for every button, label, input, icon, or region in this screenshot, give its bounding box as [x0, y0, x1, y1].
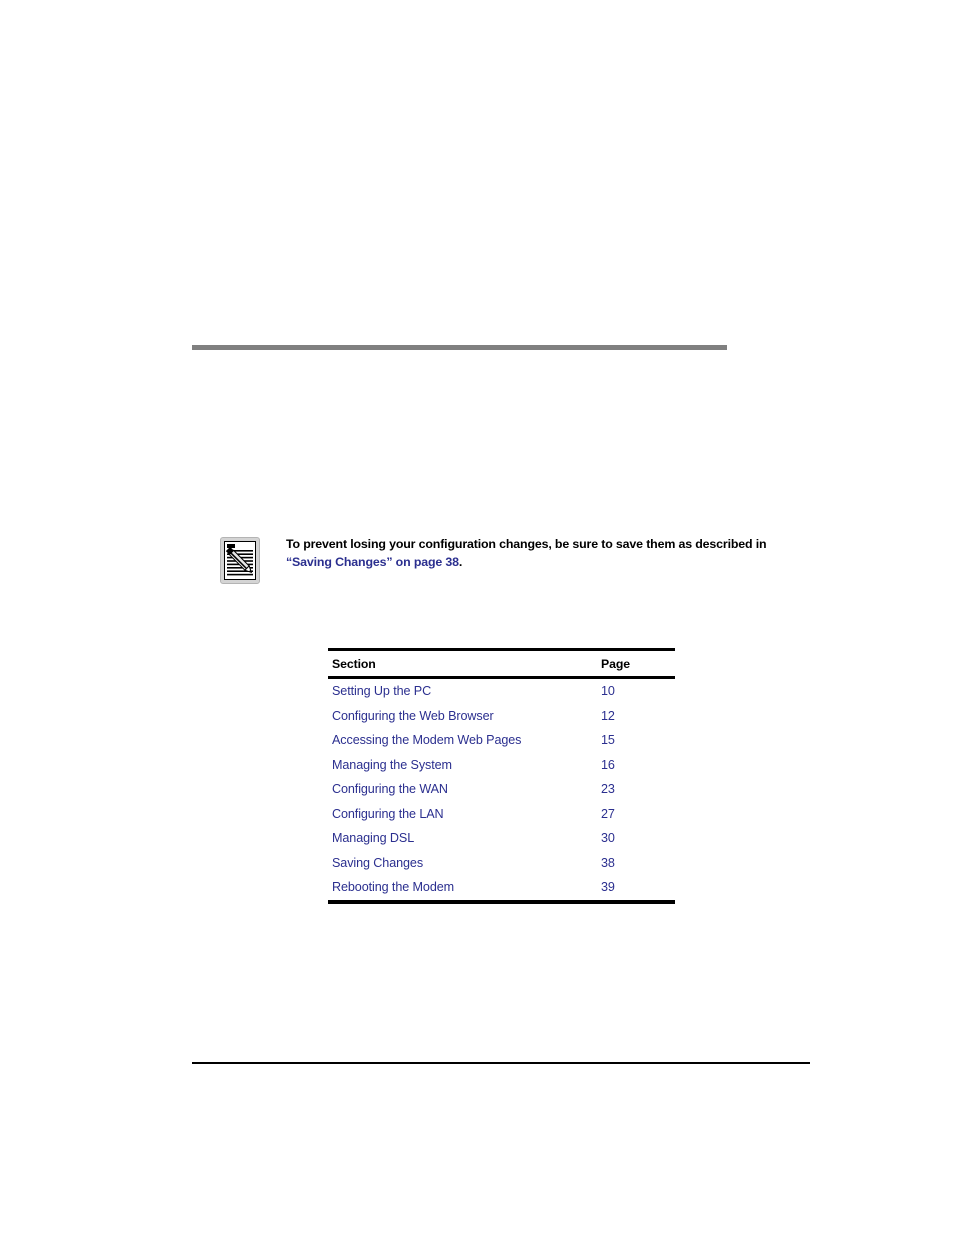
note-text-lead: To prevent losing your configuration cha…	[286, 537, 767, 551]
note-link-text: Saving Changes	[292, 554, 387, 569]
table-row[interactable]: Rebooting the Modem 39	[328, 875, 675, 904]
section-link[interactable]: Setting Up the PC	[328, 678, 601, 704]
footer-rule	[192, 1062, 810, 1064]
table-row[interactable]: Configuring the WAN 23	[328, 777, 675, 802]
table-row[interactable]: Configuring the Web Browser 12	[328, 704, 675, 729]
note-pencil-icon	[220, 537, 260, 584]
note-callout: To prevent losing your configuration cha…	[220, 534, 820, 584]
page-number[interactable]: 39	[601, 875, 675, 904]
page-number[interactable]: 15	[601, 728, 675, 753]
column-header-section: Section	[328, 648, 601, 679]
table-row[interactable]: Managing the System 16	[328, 753, 675, 778]
section-link[interactable]: Configuring the LAN	[328, 802, 601, 827]
page-number[interactable]: 38	[601, 851, 675, 876]
page-number[interactable]: 16	[601, 753, 675, 778]
page-number[interactable]: 10	[601, 678, 675, 704]
section-link[interactable]: Rebooting the Modem	[328, 875, 601, 904]
section-link[interactable]: Managing the System	[328, 753, 601, 778]
table-row[interactable]: Saving Changes 38	[328, 851, 675, 876]
table-row[interactable]: Managing DSL 30	[328, 826, 675, 851]
column-header-page: Page	[601, 648, 675, 679]
table-header-row: Section Page	[328, 648, 675, 679]
section-page-table: Section Page Setting Up the PC 10 Config…	[328, 648, 675, 904]
note-link[interactable]: “Saving Changes” on page 38	[286, 555, 459, 569]
table-row[interactable]: Setting Up the PC 10	[328, 678, 675, 704]
header-rule	[192, 345, 727, 350]
table-row[interactable]: Accessing the Modem Web Pages 15	[328, 728, 675, 753]
note-text-tail: .	[458, 554, 463, 569]
section-link[interactable]: Managing DSL	[328, 826, 601, 851]
table-body: Setting Up the PC 10 Configuring the Web…	[328, 678, 675, 904]
note-text: To prevent losing your configuration cha…	[286, 534, 811, 571]
document-page: To prevent losing your configuration cha…	[0, 0, 954, 1235]
page-number[interactable]: 27	[601, 802, 675, 827]
note-link-page: on page 38	[392, 554, 459, 569]
section-link[interactable]: Accessing the Modem Web Pages	[328, 728, 601, 753]
section-link[interactable]: Configuring the Web Browser	[328, 704, 601, 729]
section-link[interactable]: Configuring the WAN	[328, 777, 601, 802]
page-number[interactable]: 30	[601, 826, 675, 851]
table-row[interactable]: Configuring the LAN 27	[328, 802, 675, 827]
page-number[interactable]: 23	[601, 777, 675, 802]
section-link[interactable]: Saving Changes	[328, 851, 601, 876]
page-number[interactable]: 12	[601, 704, 675, 729]
